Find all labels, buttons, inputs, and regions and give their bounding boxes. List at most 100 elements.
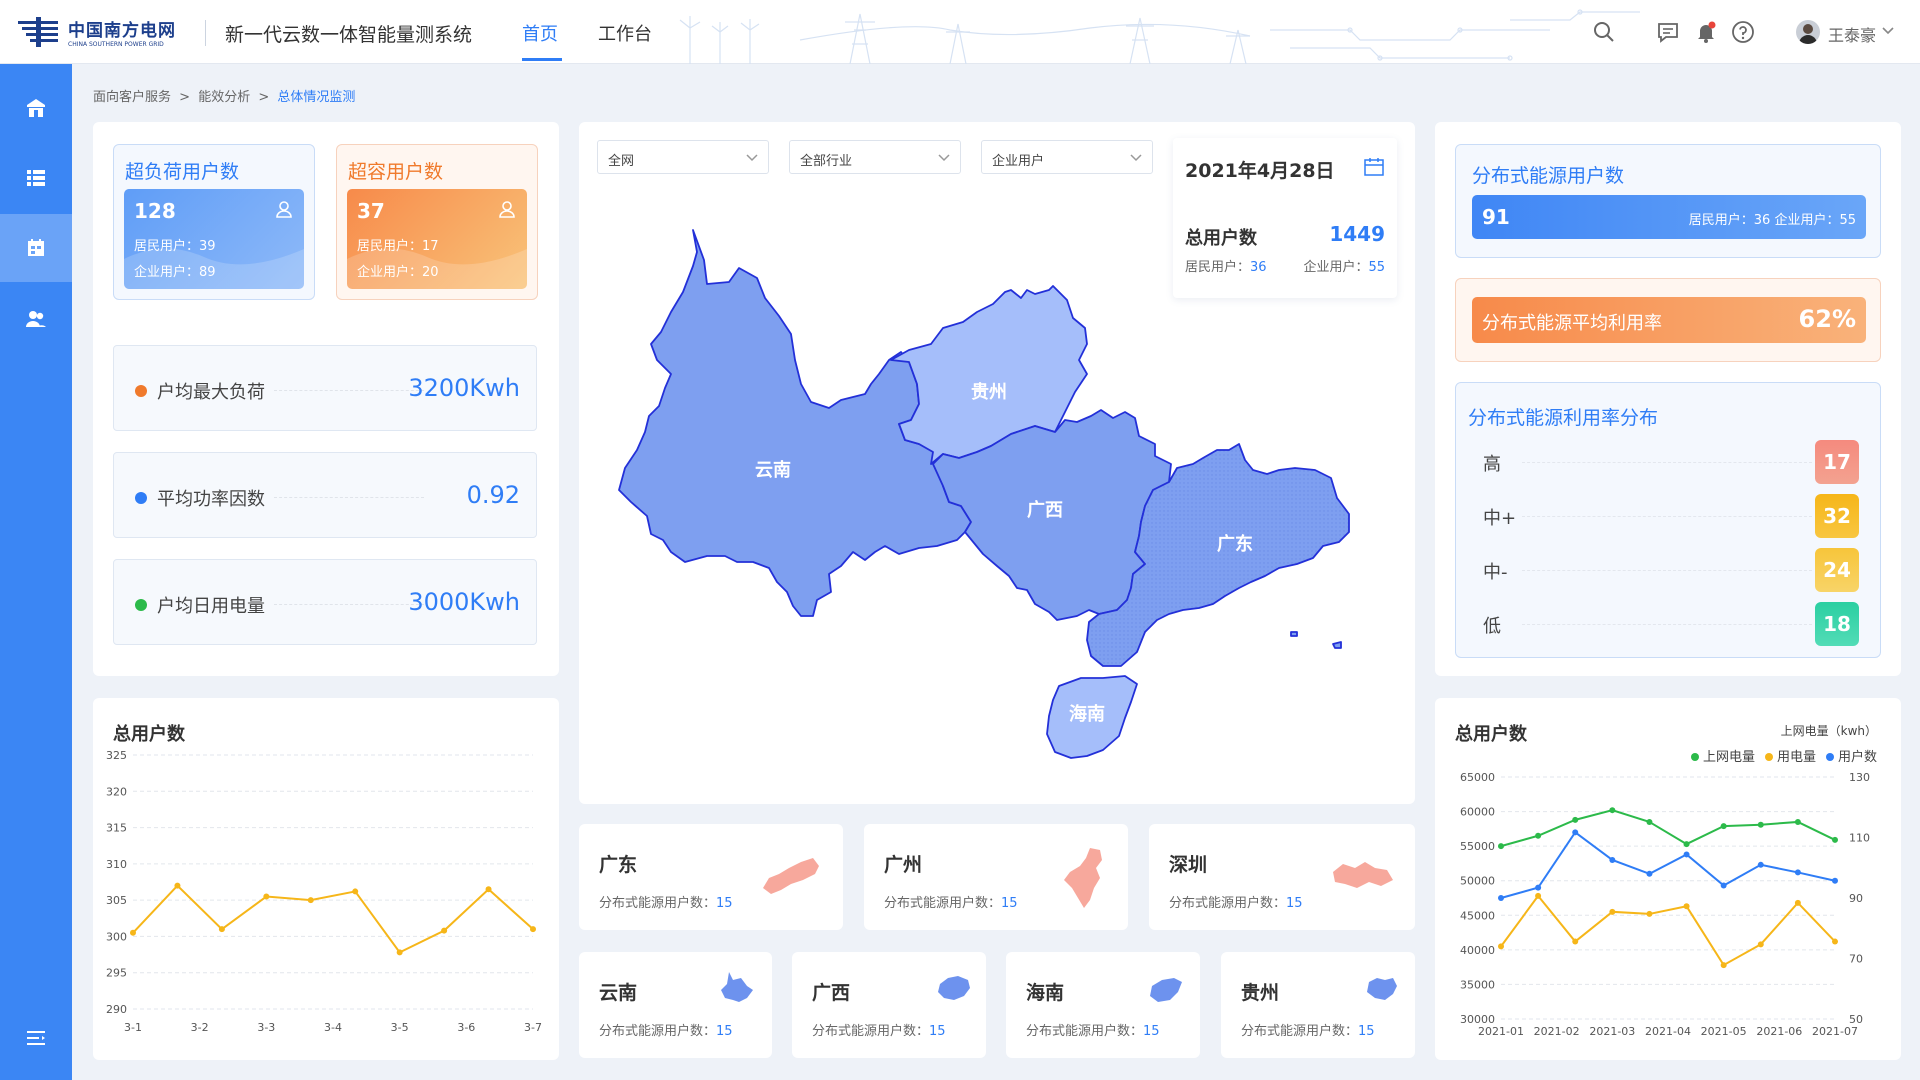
utilization-bar[interactable]: 分布式能源平均利用率 62%	[1472, 297, 1866, 343]
utilization-distribution-title: 分布式能源利用率分布	[1468, 407, 1659, 429]
help-icon[interactable]	[1731, 20, 1755, 44]
distributed-users-bar[interactable]: 91 居民用户：36 企业用户：55	[1472, 195, 1866, 239]
data-point	[1794, 869, 1801, 876]
y-left-tick-label: 65000	[1460, 771, 1495, 784]
series-line	[1500, 830, 1836, 899]
level-badge-low: 18	[1815, 602, 1859, 646]
sidebar-item-list[interactable]	[0, 144, 72, 212]
y-tick-label: 320	[106, 785, 127, 798]
data-point	[307, 897, 314, 904]
data-point	[174, 882, 181, 889]
data-point	[1757, 861, 1764, 868]
region-sub-value: 15	[1143, 1024, 1160, 1039]
data-point	[1609, 807, 1616, 814]
data-point	[396, 949, 403, 956]
overload-title: 超负荷用户数	[125, 161, 240, 183]
region-card-hainan[interactable]: 海南 分布式能源用户数：15	[1006, 952, 1200, 1058]
avatar[interactable]	[1796, 20, 1820, 44]
sidebar-item-analysis[interactable]	[0, 214, 72, 282]
region-card-yunnan[interactable]: 云南 分布式能源用户数：15	[579, 952, 772, 1058]
system-title: 新一代云数一体智能量测系统	[225, 24, 473, 46]
header-decoration-graphic	[679, 9, 1640, 64]
overload-panel: 超负荷用户数 128 居民用户：39 企业用户：89	[113, 144, 315, 300]
y-left-tick-label: 45000	[1460, 909, 1495, 922]
calendar-store-icon	[28, 239, 44, 256]
company-logo[interactable]: 中国南方电网 CHINA SOUTHERN POWER GRID	[18, 16, 176, 48]
level-badge-high: 17	[1815, 440, 1859, 484]
overcap-box[interactable]: 37 居民用户：17 企业用户：20	[347, 189, 527, 289]
stat-value: 0.92	[466, 481, 520, 509]
data-point	[130, 929, 136, 936]
data-point	[1572, 938, 1579, 945]
y-tick-label: 300	[106, 930, 127, 943]
map-label-guangxi: 广西	[1027, 499, 1063, 521]
breadcrumb-item[interactable]: 面向客户服务	[93, 90, 171, 105]
y-right-tick-label: 70	[1849, 953, 1863, 966]
tab-home[interactable]: 首页	[522, 20, 558, 46]
y-tick-label: 325	[106, 749, 127, 762]
data-point	[1535, 892, 1542, 899]
menu-collapse-icon	[27, 1031, 45, 1045]
level-badge-mid-plus: 32	[1815, 494, 1859, 538]
yunnan-shape-icon	[721, 972, 753, 1002]
data-point	[530, 926, 536, 933]
home-icon	[27, 99, 45, 117]
chevron-down-icon[interactable]	[1880, 22, 1904, 46]
region-sub-value: 15	[716, 896, 733, 911]
data-point	[1498, 843, 1504, 850]
region-card-guangzhou[interactable]: 广州 分布式能源用户数：15	[864, 824, 1128, 930]
user-icon	[497, 199, 517, 223]
message-icon[interactable]	[1656, 20, 1680, 44]
total-users-chart-card: 总用户数 325 320 315 310 305 300 295 290 3-1 3-2 3-3 3-…	[93, 698, 559, 1060]
region-card-guizhou[interactable]: 贵州 分布式能源用户数：15	[1221, 952, 1415, 1058]
search-icon[interactable]	[1592, 20, 1616, 44]
y-tick-label: 310	[106, 858, 127, 871]
utilization-value: 62%	[1798, 305, 1856, 333]
region-card-shenzhen[interactable]: 深圳 分布式能源用户数：15	[1149, 824, 1415, 930]
x-tick-label: 3-7	[524, 1021, 542, 1034]
y-left-tick-label: 60000	[1460, 806, 1495, 819]
data-point	[1609, 856, 1616, 863]
guangdong-shape-icon	[763, 858, 819, 894]
overload-resident: 居民用户：39	[134, 239, 216, 254]
data-point	[1720, 882, 1727, 889]
region-sub-value: 15	[1286, 896, 1303, 911]
x-tick-label: 3-2	[191, 1021, 209, 1034]
tab-workbench[interactable]: 工作台	[598, 20, 652, 46]
series-line	[1500, 894, 1836, 967]
region-sub-label: 分布式能源用户数：	[812, 1024, 930, 1039]
region-card-guangxi[interactable]: 广西 分布式能源用户数：15	[792, 952, 986, 1058]
data-point	[218, 926, 225, 933]
region-sub-value: 15	[1358, 1024, 1375, 1039]
sidebar-item-users[interactable]	[0, 284, 72, 352]
region-sub: 分布式能源用户数：15	[812, 1020, 946, 1039]
sidebar-collapse[interactable]	[0, 1004, 72, 1072]
logo-cn-text: 中国南方电网	[68, 21, 176, 41]
y-left-tick-label: 50000	[1460, 875, 1495, 888]
region-sub: 分布式能源用户数：15	[1241, 1020, 1375, 1039]
shenzhen-shape-icon	[1333, 862, 1393, 888]
data-point	[1646, 910, 1653, 917]
csg-logo-icon	[18, 17, 60, 47]
x-tick-label: 2021-05	[1701, 1025, 1747, 1038]
y-right-tick-label: 90	[1849, 892, 1863, 905]
dashed-divider	[274, 497, 424, 498]
region-sub-label: 分布式能源用户数：	[884, 896, 1002, 911]
user-icon	[274, 199, 294, 223]
level-label-high: 高	[1483, 454, 1501, 475]
x-tick-label: 2021-03	[1589, 1025, 1635, 1038]
region-sub: 分布式能源用户数：15	[599, 1020, 733, 1039]
overload-box[interactable]: 128 居民用户：39 企业用户：89	[124, 189, 304, 289]
region-card-guangdong[interactable]: 广东 分布式能源用户数：15	[579, 824, 843, 930]
total-users-line-chart: 325 320 315 310 305 300 295 290 3-1 3-2 3-3 3-4 3-5 3…	[106, 749, 542, 1034]
stat-label: 户均最大负荷	[157, 382, 265, 403]
sidebar-item-home[interactable]	[0, 74, 72, 142]
user-name[interactable]: 王泰豪	[1828, 22, 1876, 46]
series-line	[132, 884, 534, 954]
data-point	[1683, 841, 1690, 848]
breadcrumb-item[interactable]: 能效分析	[198, 90, 250, 105]
bell-icon[interactable]	[1694, 20, 1718, 44]
status-dot	[135, 492, 147, 504]
x-tick-label: 2021-06	[1756, 1025, 1802, 1038]
stat-power-factor: 平均功率因数 0.92	[113, 452, 537, 538]
